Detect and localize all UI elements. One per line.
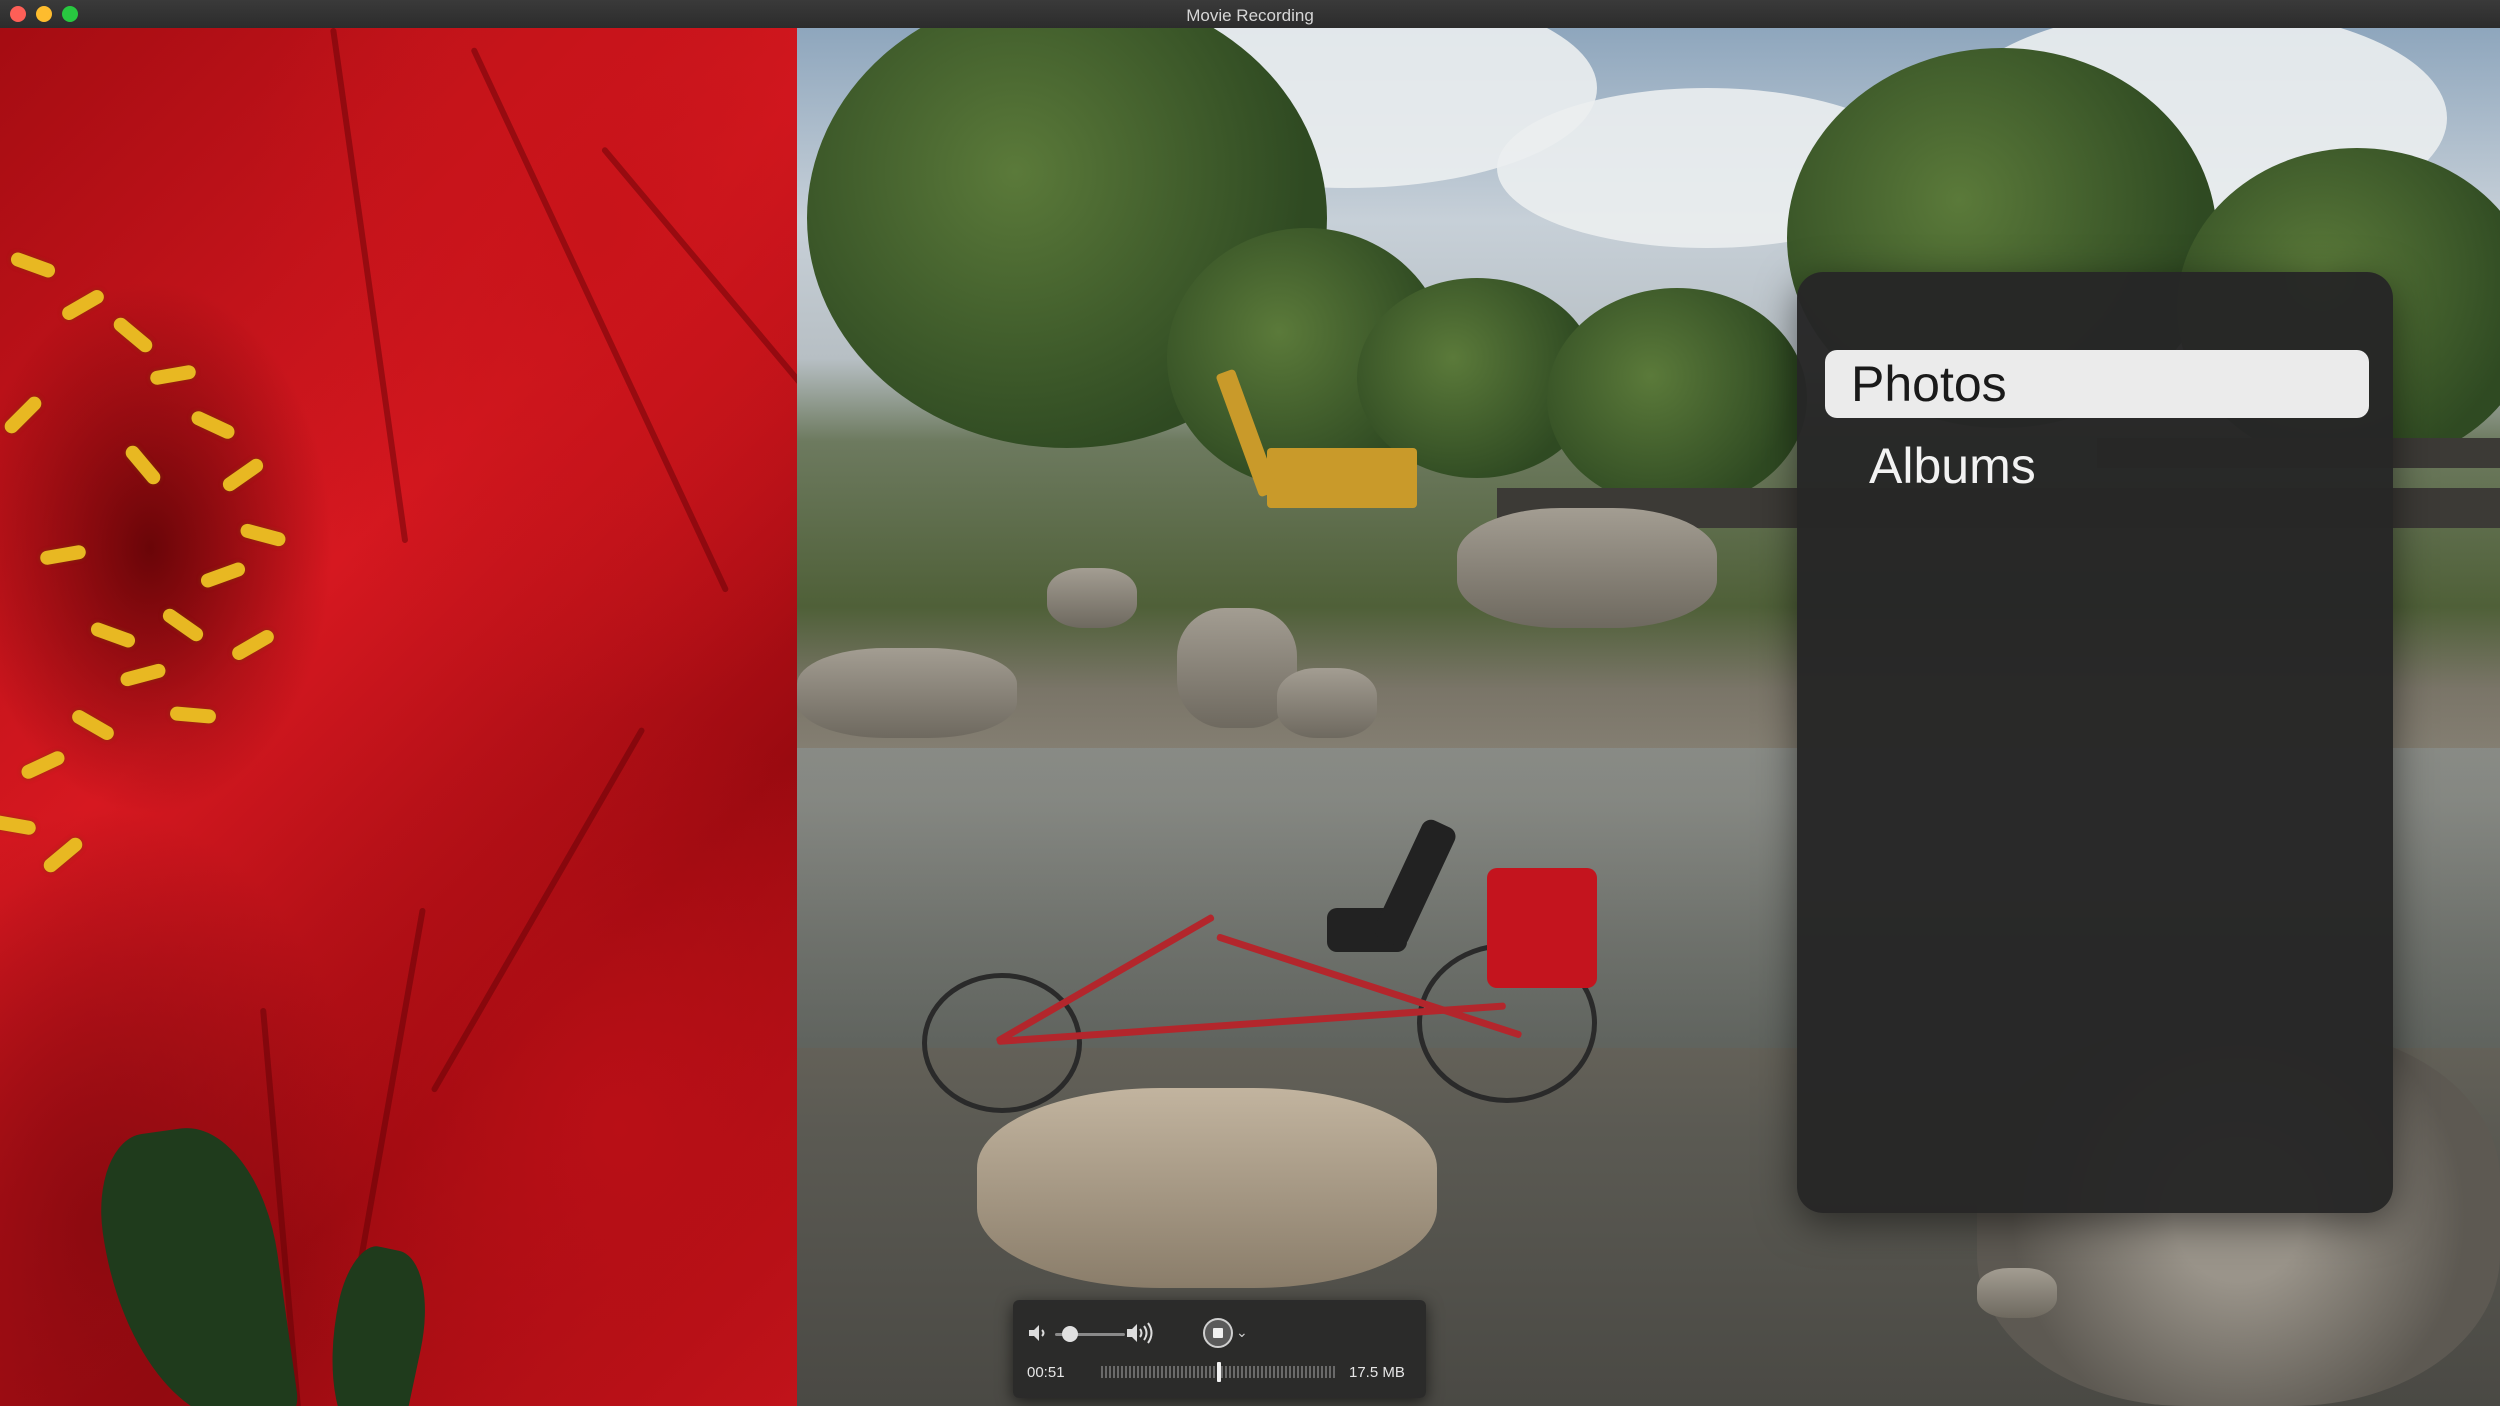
elapsed-time: 00:51 [1027,1364,1065,1381]
volume-slider-knob[interactable] [1062,1326,1078,1342]
speaker-low-icon[interactable] [1027,1322,1049,1344]
file-size: 17.5 MB [1349,1364,1405,1381]
recording-controls: ⌄ 00:51 17.5 MB [1013,1300,1426,1398]
stop-record-button[interactable] [1203,1318,1233,1348]
speaker-high-icon[interactable] [1125,1320,1155,1346]
flower-photo [0,28,797,1406]
menu-item-photos[interactable]: Photos [1825,350,2369,418]
progress-playhead [1217,1362,1221,1382]
title-bar[interactable]: Movie Recording [0,0,2500,29]
quicktime-window: Movie Recording Photos Albums ⌄ 00:51 17… [0,0,2500,1406]
menu-item-albums[interactable]: Albums [1825,432,2369,500]
window-title: Movie Recording [1186,6,1314,25]
source-menu: Photos Albums [1797,272,2393,1213]
chevron-down-icon[interactable]: ⌄ [1236,1324,1248,1341]
recording-preview: Photos Albums ⌄ 00:51 17.5 MB [0,28,2500,1406]
